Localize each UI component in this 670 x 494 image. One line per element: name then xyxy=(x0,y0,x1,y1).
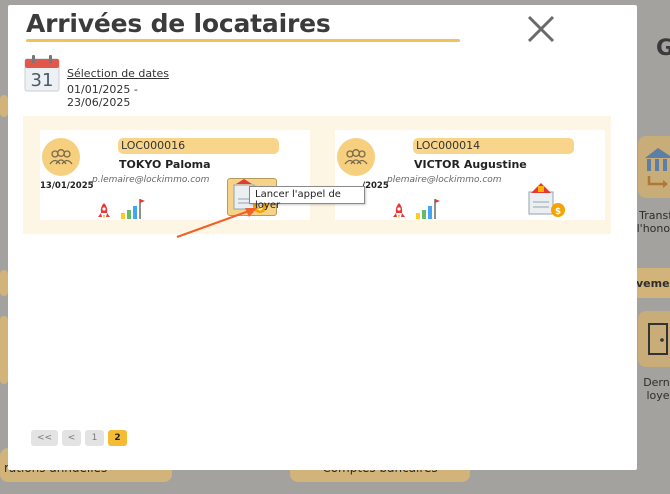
background-last-rent-label: Derni loye xyxy=(643,376,670,402)
rocket-icon[interactable] xyxy=(388,201,410,221)
background-last-rent-tile xyxy=(638,311,670,367)
svg-text:$: $ xyxy=(555,207,561,217)
arrival-date: /2025 xyxy=(362,181,389,191)
tenant-group-icon xyxy=(42,138,80,176)
modal-title: Arrivées de locataires xyxy=(26,9,331,38)
background-movements-label: vement xyxy=(636,277,670,290)
date-selection-link[interactable]: Sélection de dates xyxy=(67,67,169,80)
background-tile xyxy=(0,95,8,117)
background-page-title: G xyxy=(656,36,670,61)
tenant-email: p.lemaire@lockimmo.com xyxy=(92,175,210,185)
calendar-day: 31 xyxy=(31,70,54,91)
close-icon[interactable] xyxy=(525,13,557,45)
previous-page-button[interactable]: < xyxy=(62,430,81,446)
tenant-card: LOC000014 VICTOR Augustine plemaire@lock… xyxy=(335,130,605,220)
page-1-button[interactable]: 1 xyxy=(85,430,104,446)
tenant-cards-area: LOC000016 TOKYO Paloma p.lemaire@lockimm… xyxy=(23,116,611,234)
growth-chart-icon[interactable] xyxy=(414,196,440,221)
door-icon xyxy=(648,323,668,355)
background-transfer-tile xyxy=(638,136,670,198)
title-underline xyxy=(26,39,460,42)
page-2-button[interactable]: 2 xyxy=(108,430,127,446)
background-transfer-label: Transfel'honora xyxy=(636,209,670,235)
background-tile xyxy=(0,270,8,296)
tenant-arrivals-modal: Arrivées de locataires 31 Sélection de d… xyxy=(8,5,637,470)
date-range: 01/01/2025 - 23/06/2025 xyxy=(67,83,138,109)
arrival-date: 13/01/2025 xyxy=(40,181,94,191)
rent-call-tooltip: Lancer l'appel de loyer xyxy=(249,186,365,211)
pagination: << < 1 2 xyxy=(31,430,127,446)
bank-transfer-icon xyxy=(645,148,670,188)
annotation-arrow xyxy=(176,208,257,239)
tenant-ref: LOC000014 xyxy=(413,138,574,154)
tenant-group-icon xyxy=(337,138,375,176)
background-tile xyxy=(0,316,8,384)
tenant-name: TOKYO Paloma xyxy=(119,158,211,171)
tenant-ref: LOC000016 xyxy=(118,138,279,154)
first-page-button[interactable]: << xyxy=(31,430,58,446)
tenant-name: VICTOR Augustine xyxy=(414,158,527,171)
tenant-email: plemaire@lockimmo.com xyxy=(387,175,502,185)
growth-chart-icon[interactable] xyxy=(119,196,145,221)
rocket-icon[interactable] xyxy=(93,201,115,221)
calendar-icon[interactable]: 31 xyxy=(24,54,60,92)
rent-invoice-icon[interactable]: $ xyxy=(525,180,571,218)
